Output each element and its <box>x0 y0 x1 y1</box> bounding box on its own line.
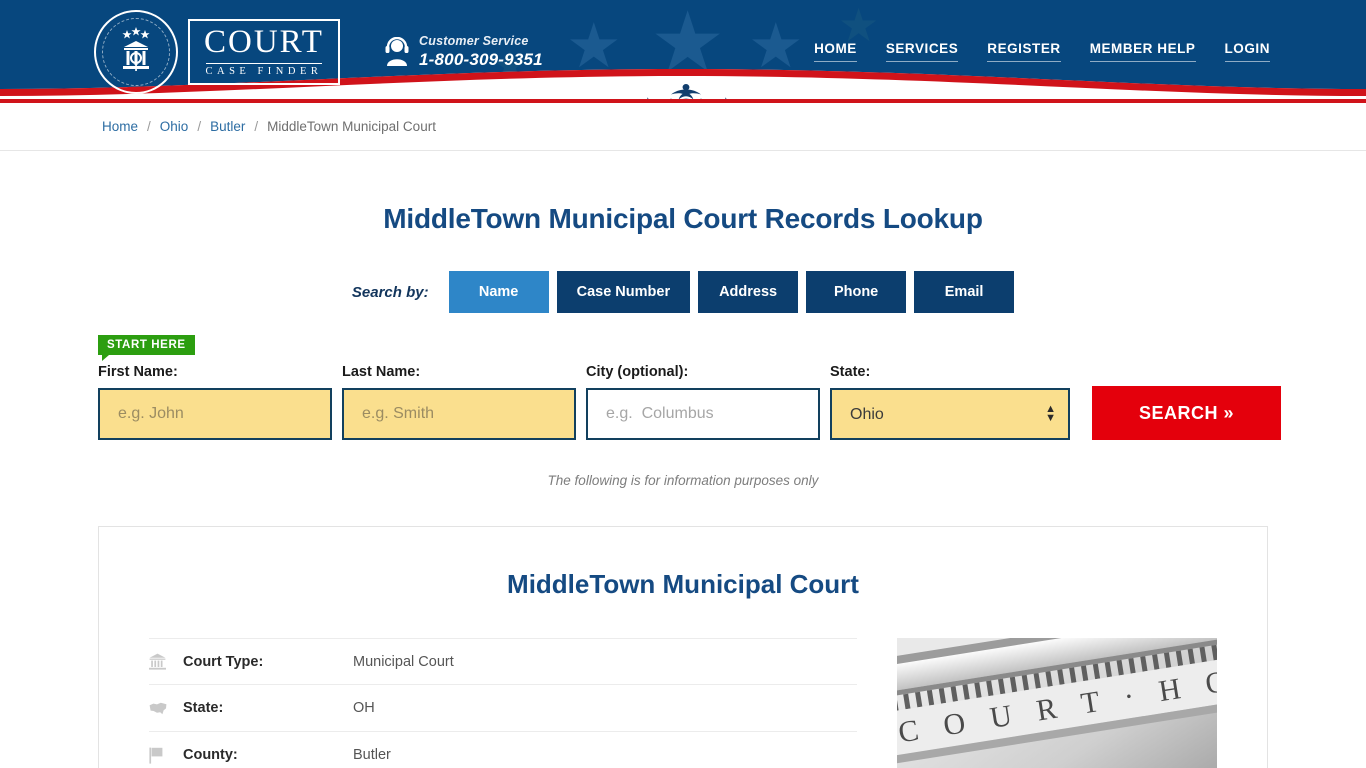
last-name-input[interactable] <box>342 388 576 440</box>
nav-item-register[interactable]: REGISTER <box>987 41 1061 62</box>
courthouse-bank-icon <box>149 653 183 670</box>
logo-divider <box>206 62 322 64</box>
state-field-group: State: Ohio ▲ ▼ <box>830 364 1070 440</box>
state-label: State: <box>830 364 871 380</box>
first-name-input[interactable] <box>98 388 332 440</box>
breadcrumb: Home / Ohio / Butler / MiddleTown Munici… <box>0 103 1366 151</box>
state-select[interactable]: Ohio <box>830 388 1070 440</box>
table-row: County: Butler <box>149 732 857 768</box>
logo-secondary-text: CASE FINDER <box>205 65 323 77</box>
detail-value: OH <box>353 700 375 716</box>
last-name-label: Last Name: <box>342 364 421 380</box>
search-by-tabs: Search by: Name Case Number Address Phon… <box>0 271 1366 313</box>
customer-service-phone[interactable]: 1-800-309-9351 <box>419 50 543 70</box>
search-form: START HERE First Name: Last Name: City (… <box>0 335 1366 440</box>
first-name-field-group: First Name: <box>98 364 332 440</box>
search-by-label: Search by: <box>351 283 429 301</box>
main-content: MiddleTown Municipal Court Records Looku… <box>0 203 1366 768</box>
court-details-table: Court Type: Municipal Court State: OH Co… <box>149 638 857 768</box>
detail-value: Butler <box>353 747 391 763</box>
nav-item-member-help[interactable]: MEMBER HELP <box>1089 41 1196 62</box>
breadcrumb-separator: / <box>197 119 202 134</box>
detail-label: Court Type: <box>183 653 264 670</box>
search-button[interactable]: SEARCH » <box>1092 386 1281 440</box>
city-input[interactable] <box>586 388 820 440</box>
nav-item-home[interactable]: HOME <box>814 41 857 62</box>
customer-service-block: Customer Service 1-800-309-9351 <box>384 34 543 70</box>
start-here-badge: START HERE <box>98 335 195 361</box>
header-red-rule <box>0 99 1366 103</box>
tab-email[interactable]: Email <box>914 271 1015 313</box>
breadcrumb-item-home[interactable]: Home <box>102 119 138 134</box>
customer-service-label: Customer Service <box>419 34 529 48</box>
disclaimer-text: The following is for information purpose… <box>547 473 819 488</box>
logo-primary-text: COURT <box>204 23 324 60</box>
site-logo[interactable]: COURT CASE FINDER <box>94 10 340 94</box>
city-field-group: City (optional): <box>586 364 820 440</box>
site-header: ★ ★ ★ ★ ★ COURT CASE FINDER Customer Ser… <box>0 0 1366 103</box>
detail-label: County: <box>183 747 238 763</box>
breadcrumb-item-butler[interactable]: Butler <box>210 119 245 134</box>
court-seal-icon <box>94 10 178 94</box>
last-name-field-group: Last Name: <box>342 364 576 440</box>
breadcrumb-separator: / <box>254 119 259 134</box>
table-row: State: OH <box>149 685 857 732</box>
flag-icon <box>149 747 183 764</box>
city-label: City (optional): <box>586 364 689 380</box>
court-info-card: MiddleTown Municipal Court Court Type: M… <box>98 526 1268 768</box>
main-navigation: HOME SERVICES REGISTER MEMBER HELP LOGIN <box>814 41 1270 62</box>
nav-item-services[interactable]: SERVICES <box>885 41 959 62</box>
courthouse-photo: · C O U R T · H O U S E · <box>897 638 1217 768</box>
tab-phone[interactable]: Phone <box>806 271 907 313</box>
detail-label: State: <box>183 700 224 716</box>
tab-case-number[interactable]: Case Number <box>556 271 691 313</box>
detail-value: Municipal Court <box>353 653 454 670</box>
first-name-label: First Name: <box>98 364 178 380</box>
tab-name[interactable]: Name <box>448 271 549 313</box>
court-name-heading: MiddleTown Municipal Court <box>507 569 859 599</box>
breadcrumb-item-ohio[interactable]: Ohio <box>160 119 189 134</box>
tab-address[interactable]: Address <box>698 271 799 313</box>
page-title: MiddleTown Municipal Court Records Looku… <box>383 203 983 234</box>
headset-agent-icon <box>384 36 410 67</box>
usa-map-icon <box>149 702 183 715</box>
breadcrumb-item-current: MiddleTown Municipal Court <box>267 119 436 134</box>
breadcrumb-separator: / <box>147 119 151 134</box>
nav-item-login[interactable]: LOGIN <box>1224 41 1270 62</box>
logo-wordmark: COURT CASE FINDER <box>188 18 340 86</box>
table-row: Court Type: Municipal Court <box>149 638 857 685</box>
